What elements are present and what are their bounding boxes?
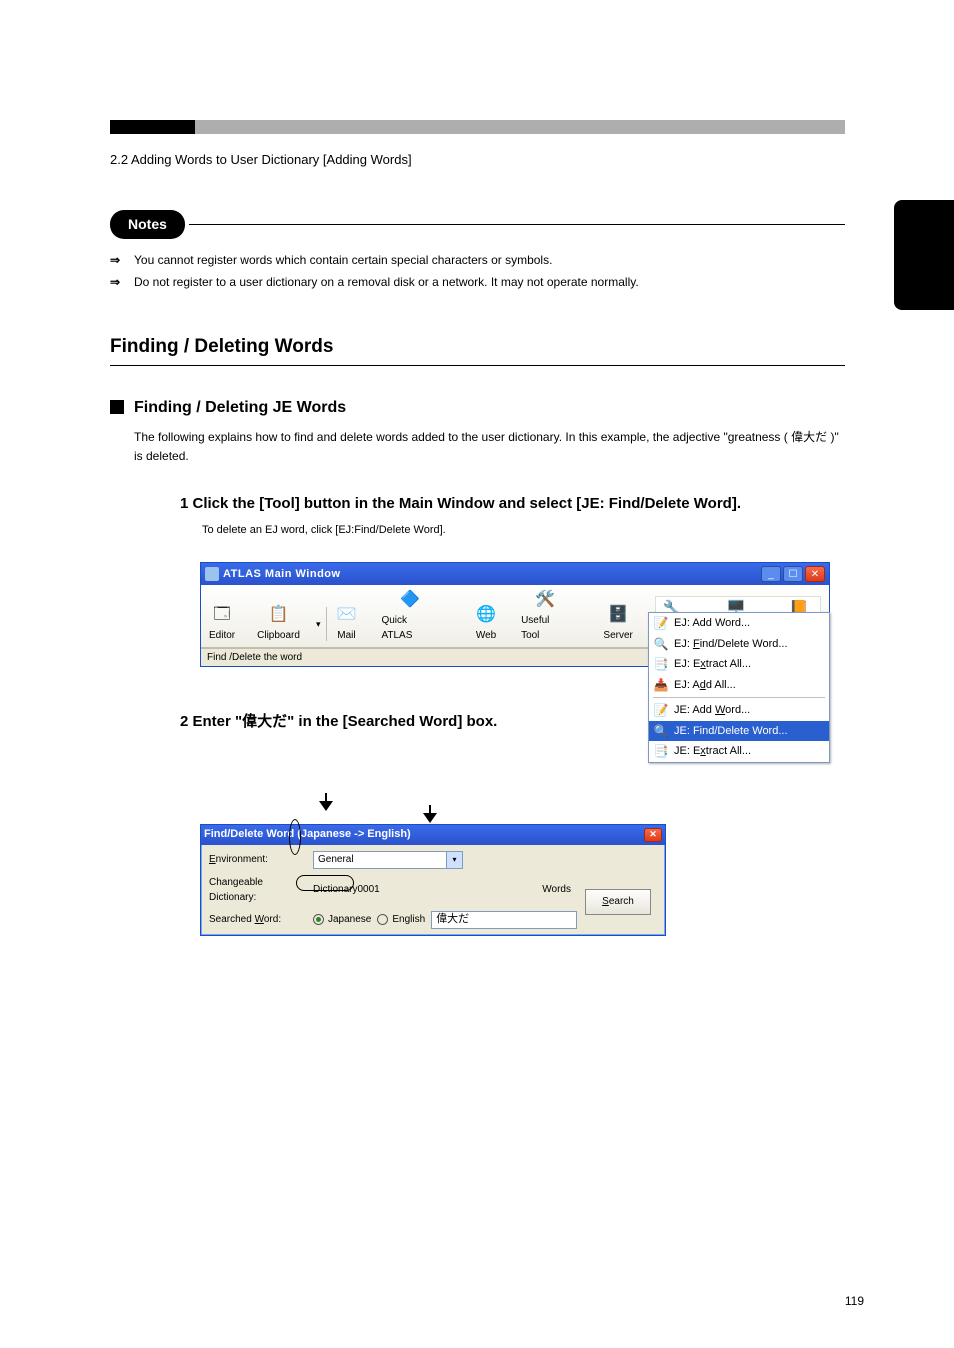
- find-delete-dialog: Find/Delete Word (Japanese -> English) ✕…: [200, 824, 666, 936]
- menu-ej-extract-all[interactable]: 📑 EJ: Extract All...: [649, 654, 829, 675]
- tool-dropdown-menu: 📝 EJ: Add Word... 🔍 EJ: Find/Delete Word…: [648, 612, 830, 763]
- dialog-close-button[interactable]: ✕: [644, 828, 662, 842]
- app-icon: [205, 567, 219, 581]
- tool-usefultool[interactable]: 🛠️ Useful Tool: [521, 589, 569, 643]
- menu-je-extract-all[interactable]: 📑 JE: Extract All...: [649, 741, 829, 762]
- editor-icon: 🗔: [209, 604, 235, 626]
- dictionary-label: Changeable Dictionary:: [209, 875, 305, 905]
- subsection-text: The following explains how to find and d…: [134, 428, 845, 465]
- quickatlas-icon: 🔷: [397, 589, 423, 611]
- tool-editor[interactable]: 🗔 Editor: [209, 604, 235, 643]
- add-word-icon: 📝: [653, 616, 669, 630]
- menu-je-add-word[interactable]: 📝 JE: Add Word...: [649, 700, 829, 721]
- step1-title: 1 Click the [Tool] button in the Main Wi…: [180, 493, 845, 516]
- minimize-button[interactable]: _: [761, 566, 781, 582]
- atlas-screenshot: ATLAS Main Window _ ☐ ✕ 🗔 Editor 📋 Clipb…: [200, 562, 830, 667]
- mail-icon: ✉️: [333, 604, 359, 626]
- page-title: 2.2 Adding Words to User Dictionary [Add…: [110, 150, 845, 170]
- bullet-icon: [110, 400, 124, 414]
- dropdown-arrow-icon[interactable]: ▾: [316, 618, 321, 632]
- radio-english[interactable]: English: [377, 912, 425, 927]
- words-label: Words: [542, 882, 571, 897]
- dialog-titlebar[interactable]: Find/Delete Word (Japanese -> English) ✕: [201, 825, 665, 845]
- note-item: ⇒ Do not register to a user dictionary o…: [110, 273, 845, 291]
- dictionary-value: Dictionary0001: [313, 882, 380, 897]
- side-tab: [894, 200, 954, 310]
- search-button[interactable]: Search: [585, 889, 651, 915]
- tool-quickatlas[interactable]: 🔷 Quick ATLAS: [381, 589, 439, 643]
- extract-icon: 📑: [653, 744, 669, 758]
- step1-note: To delete an EJ word, click [EJ:Find/Del…: [202, 522, 845, 539]
- server-icon: 🗄️: [605, 604, 631, 626]
- add-word-icon: 📝: [653, 703, 669, 717]
- find-delete-icon: 🔍: [653, 637, 669, 651]
- header-bar: [110, 120, 845, 134]
- tool-mail[interactable]: ✉️ Mail: [333, 604, 359, 643]
- radio-japanese[interactable]: Japanese: [313, 912, 371, 927]
- notes-rule: [189, 224, 845, 225]
- menu-je-find-delete[interactable]: 🔍 JE: Find/Delete Word...: [649, 721, 829, 742]
- menu-ej-add-word[interactable]: 📝 EJ: Add Word...: [649, 613, 829, 634]
- page-number: 119: [845, 1294, 864, 1308]
- searched-word-input[interactable]: 偉大だ: [431, 911, 577, 929]
- maximize-button[interactable]: ☐: [783, 566, 803, 582]
- menu-ej-find-delete[interactable]: 🔍 EJ: Find/Delete Word...: [649, 634, 829, 655]
- tool-web[interactable]: 🌐 Web: [473, 604, 499, 643]
- find-delete-icon: 🔍: [653, 724, 669, 738]
- clipboard-icon: 📋: [266, 604, 292, 626]
- tool-clipboard[interactable]: 📋 Clipboard: [257, 604, 300, 643]
- menu-ej-add-all[interactable]: 📥 EJ: Add All...: [649, 675, 829, 696]
- addall-icon: 📥: [653, 678, 669, 692]
- notes-badge: Notes: [110, 210, 185, 239]
- environment-label: Environment:: [209, 852, 305, 867]
- window-titlebar[interactable]: ATLAS Main Window _ ☐ ✕: [201, 563, 829, 585]
- close-button[interactable]: ✕: [805, 566, 825, 582]
- menu-separator: [653, 697, 825, 698]
- environment-combo[interactable]: General ▾: [313, 851, 463, 869]
- subsection-title: Finding / Deleting JE Words: [134, 396, 845, 420]
- tool-server[interactable]: 🗄️ Server: [603, 604, 632, 643]
- searched-word-label: Searched Word:: [209, 912, 305, 927]
- usefultool-icon: 🛠️: [532, 589, 558, 611]
- window-title: ATLAS Main Window: [223, 566, 341, 583]
- combo-arrow-icon[interactable]: ▾: [446, 852, 462, 868]
- web-icon: 🌐: [473, 604, 499, 626]
- note-item: ⇒ You cannot register words which contai…: [110, 251, 845, 269]
- extract-icon: 📑: [653, 657, 669, 671]
- section-title: Finding / Deleting Words: [110, 333, 845, 367]
